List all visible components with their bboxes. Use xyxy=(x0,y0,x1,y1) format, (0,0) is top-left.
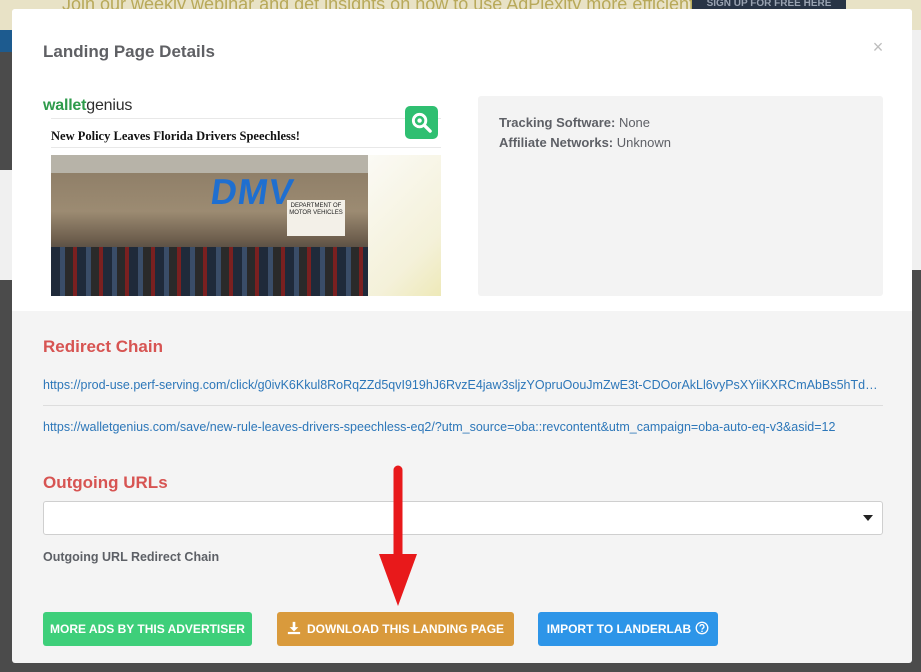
download-landing-page-button[interactable]: DOWNLOAD THIS LANDING PAGE xyxy=(277,612,514,646)
red-arrow-annotation xyxy=(379,465,417,606)
redirect-chain-title: Redirect Chain xyxy=(43,337,163,356)
preview-divider xyxy=(51,147,441,148)
walletgenius-logo: walletgenius xyxy=(43,97,133,114)
outgoing-redirect-chain-label: Outgoing URL Redirect Chain xyxy=(43,550,220,564)
download-icon xyxy=(287,622,301,635)
dmv-plaque: DEPARTMENT OF MOTOR VEHICLES xyxy=(287,200,345,236)
dmv-photo: DMV DEPARTMENT OF MOTOR VEHICLES xyxy=(51,155,368,296)
affiliate-networks-line: Affiliate Networks: Unknown xyxy=(499,135,671,150)
redirect-chain-link[interactable]: https://prod-use.perf-serving.com/click/… xyxy=(43,378,883,392)
zoom-preview-button[interactable] xyxy=(405,106,438,139)
outgoing-urls-title: Outgoing URLs xyxy=(43,473,168,492)
preview-headline: New Policy Leaves Florida Drivers Speech… xyxy=(51,129,300,143)
tracking-info-panel: Tracking Software: None Affiliate Networ… xyxy=(478,96,883,296)
landing-page-details-modal: Landing Page Details × walletgenius New … xyxy=(12,9,912,663)
outgoing-url-select[interactable] xyxy=(43,501,883,535)
preview-side-panel xyxy=(368,155,441,296)
modal-title: Landing Page Details xyxy=(43,42,215,61)
chain-divider xyxy=(43,405,883,406)
chevron-down-icon xyxy=(863,515,873,521)
redirect-chain-link[interactable]: https://walletgenius.com/save/new-rule-l… xyxy=(43,420,883,434)
preview-divider xyxy=(51,118,441,119)
close-button[interactable]: × xyxy=(871,38,885,56)
magnifier-icon xyxy=(411,112,432,133)
landing-page-preview: walletgenius New Policy Leaves Florida D… xyxy=(43,96,441,296)
help-icon xyxy=(695,621,709,635)
more-ads-button[interactable]: MORE ADS BY THIS ADVERTISER xyxy=(43,612,252,646)
dmv-sign: DMV xyxy=(208,171,297,212)
crowd xyxy=(51,247,368,296)
tracking-software-line: Tracking Software: None xyxy=(499,115,651,130)
import-to-landerlab-button[interactable]: IMPORT TO LANDERLAB xyxy=(538,612,718,646)
